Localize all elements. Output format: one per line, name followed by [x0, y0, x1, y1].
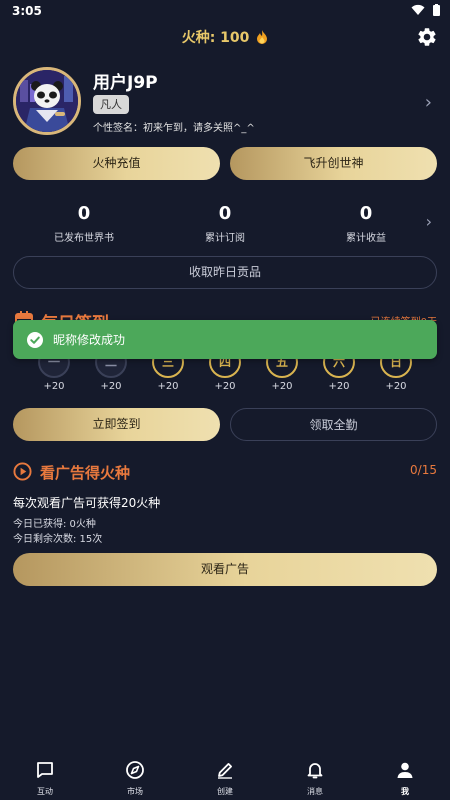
page-title: 火种: 100 — [0, 27, 450, 47]
nav-item-create[interactable]: 创建 — [180, 748, 270, 800]
toast-notification: 昵称修改成功 — [13, 320, 437, 359]
check-circle-icon — [27, 331, 43, 348]
stat-earnings[interactable]: 0 累计收益 — [296, 203, 436, 244]
ads-earned-today: 今日已获得: 0火种 — [13, 519, 96, 530]
chevron-right-icon[interactable]: › — [426, 212, 432, 231]
day-reward: +20 — [157, 381, 179, 392]
panda-avatar-image — [16, 70, 78, 132]
person-icon — [397, 762, 413, 778]
rank-badge: 凡人 — [93, 95, 129, 114]
day-reward: +20 — [214, 381, 236, 392]
stat-value: 0 — [77, 203, 91, 224]
gear-icon[interactable] — [416, 26, 438, 48]
flame-icon — [257, 30, 268, 44]
ads-description: 每次观看广告可获得20火种 — [13, 496, 161, 510]
toast-text: 昵称修改成功 — [53, 333, 126, 347]
nav-label: 创建 — [217, 787, 233, 796]
nav-item-market[interactable]: 市场 — [90, 748, 180, 800]
ascend-button[interactable]: 飞升创世神 — [230, 147, 437, 180]
collect-tribute-button[interactable]: 收取昨日贡品 — [13, 256, 437, 289]
balance-text: 火种: 100 — [181, 30, 250, 46]
chat-icon — [37, 762, 53, 778]
day-reward: +20 — [385, 381, 407, 392]
play-circle-icon — [13, 462, 32, 481]
recharge-button[interactable]: 火种充值 — [13, 147, 220, 180]
status-icons — [411, 4, 440, 16]
full-attendance-button[interactable]: 领取全勤 — [230, 408, 437, 441]
avatar[interactable] — [13, 67, 81, 135]
stat-subscriptions[interactable]: 0 累计订阅 — [155, 203, 295, 244]
nav-item-interact[interactable]: 互动 — [0, 748, 90, 800]
stat-label: 累计收益 — [346, 233, 386, 244]
day-reward: +20 — [100, 381, 122, 392]
status-time: 3:05 — [12, 4, 42, 18]
nav-label: 消息 — [307, 787, 323, 796]
stat-value: 0 — [359, 203, 373, 224]
nav-label: 市场 — [127, 787, 143, 796]
ads-counter: 0/15 — [410, 463, 437, 477]
compass-icon — [126, 761, 144, 779]
stat-published[interactable]: 0 已发布世界书 — [14, 203, 154, 244]
chevron-right-icon[interactable]: › — [425, 92, 432, 113]
wifi-icon — [411, 4, 425, 15]
stat-label: 已发布世界书 — [54, 233, 114, 244]
signature: 个性签名：初来乍到，请多关照^_^ — [93, 123, 255, 134]
battery-icon — [433, 4, 440, 16]
ads-remaining-today: 今日剩余次数: 15次 — [13, 534, 103, 545]
day-reward: +20 — [328, 381, 350, 392]
pencil-icon — [218, 763, 232, 779]
nav-label: 互动 — [37, 787, 53, 796]
day-reward: +20 — [271, 381, 293, 392]
nav-label: 我 — [401, 787, 409, 796]
status-bar: 3:05 — [0, 0, 450, 22]
watch-ad-button[interactable]: 观看广告 — [13, 553, 437, 586]
nav-item-me[interactable]: 我 — [360, 748, 450, 800]
nav-item-messages[interactable]: 消息 — [270, 748, 360, 800]
username: 用户J9P — [93, 73, 158, 93]
bottom-nav: 互动 市场 创建 消息 我 — [0, 748, 450, 800]
stat-value: 0 — [218, 203, 232, 224]
bell-icon — [307, 763, 323, 779]
day-reward: +20 — [43, 381, 65, 392]
stat-label: 累计订阅 — [205, 233, 245, 244]
signin-button[interactable]: 立即签到 — [13, 408, 220, 441]
ads-title: 看广告得火种 — [40, 464, 131, 482]
